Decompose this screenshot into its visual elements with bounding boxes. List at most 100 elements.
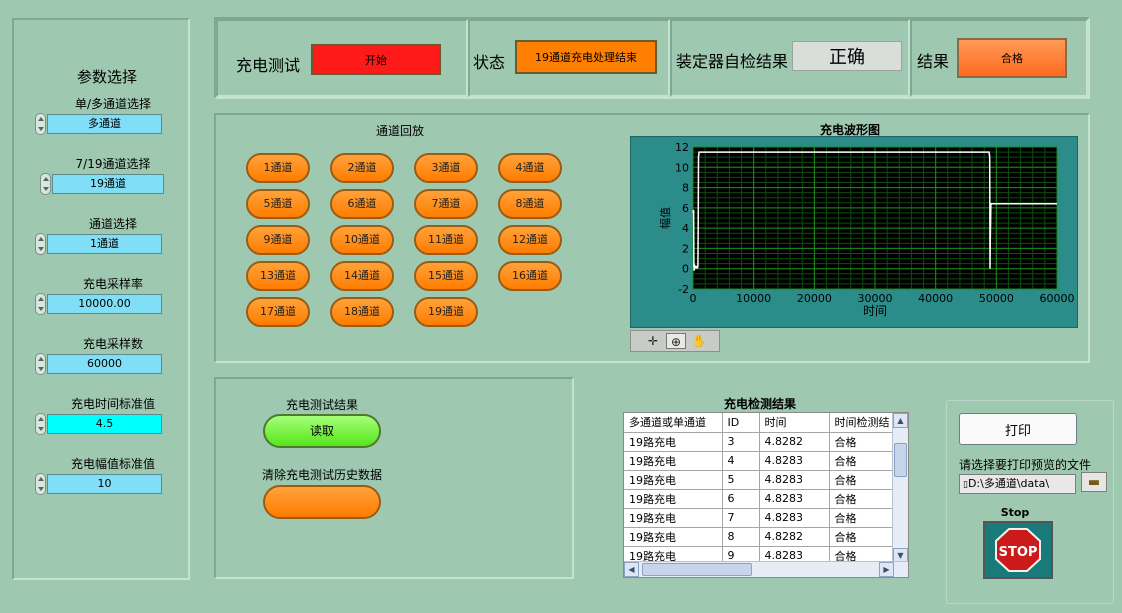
table-row[interactable]: 19路充电 8 4.8282 合格 (624, 527, 896, 547)
channel-button[interactable]: 19通道 (414, 297, 478, 327)
crosshair-icon[interactable]: ✛ (643, 333, 663, 349)
channel-button[interactable]: 7通道 (414, 189, 478, 219)
param-numeric-control[interactable]: 10 (35, 473, 165, 495)
param-value-field[interactable]: 10000.00 (47, 294, 162, 314)
table-cell: 19路充电 (624, 489, 723, 509)
pan-hand-icon[interactable]: ✋ (689, 333, 709, 349)
waveform-svg: 0 10000 20000 30000 40000 50000 60000-20246810… (659, 141, 1075, 318)
vertical-scroll-thumb[interactable] (894, 443, 907, 477)
param-value-field[interactable]: 多通道 (47, 114, 162, 134)
clear-history-button[interactable] (263, 485, 381, 519)
y-tick-label: 10 (675, 161, 689, 174)
table-cell: 4.8282 (759, 432, 830, 452)
channel-button[interactable]: 13通道 (246, 261, 310, 291)
table-cell: 4 (722, 451, 760, 471)
param-numeric-control[interactable]: 10000.00 (35, 293, 165, 315)
stop-label: STOP (999, 545, 1038, 560)
table-cell: 8 (722, 527, 760, 547)
table-horizontal-scrollbar[interactable]: ◀ ▶ (624, 561, 908, 577)
y-tick-label: 12 (675, 141, 689, 154)
col-header: 多通道或单通道 (624, 413, 723, 433)
table-row[interactable]: 19路充电 4 4.8283 合格 (624, 451, 896, 471)
channel-button[interactable]: 16通道 (498, 261, 562, 291)
scroll-left-icon[interactable]: ◀ (624, 562, 639, 577)
spinner-arrows-icon[interactable] (35, 473, 46, 495)
param-numeric-control[interactable]: 多通道 (35, 113, 165, 135)
param-numeric-control[interactable]: 4.5 (35, 413, 165, 435)
graph-toolbar: ✛ ⊕ ✋ (630, 330, 720, 352)
waveform-chart: 0 10000 20000 30000 40000 50000 60000 -2 0 2 4 6 8 10… (630, 136, 1078, 328)
table-cell: 6 (722, 489, 760, 509)
params-title: 参数选择 (76, 68, 137, 86)
stop-button[interactable]: STOP (983, 521, 1053, 579)
channel-button[interactable]: 3通道 (414, 153, 478, 183)
channel-button[interactable]: 14通道 (330, 261, 394, 291)
results-table[interactable]: 多通道或单通道 ID 时间 时间检测结 19路充电 3 4.8282 合格 19路充电 4… (623, 412, 909, 578)
param-value-field[interactable]: 10 (47, 474, 162, 494)
selfcheck-label: 装定器自检结果 (676, 52, 789, 71)
table-row[interactable]: 19路充电 5 4.8283 合格 (624, 470, 896, 490)
channel-button[interactable]: 9通道 (246, 225, 310, 255)
table-row[interactable]: 19路充电 6 4.8283 合格 (624, 489, 896, 509)
channel-button[interactable]: 17通道 (246, 297, 310, 327)
x-tick-label: 0 (690, 292, 697, 305)
table-title: 充电检测结果 (723, 397, 796, 411)
table-cell: 合格 (829, 527, 896, 547)
table-cell: 合格 (829, 508, 896, 528)
read-button[interactable]: 读取 (263, 414, 381, 448)
col-header: ID (722, 413, 760, 433)
channel-button[interactable]: 12通道 (498, 225, 562, 255)
channels-title: 通道回放 (375, 124, 424, 138)
browse-button[interactable]: ▬ (1081, 472, 1107, 492)
param-numeric-control[interactable]: 60000 (35, 353, 165, 375)
param-numeric-control[interactable]: 19通道 (40, 173, 170, 195)
x-tick-label: 60000 (1040, 292, 1075, 305)
channel-button[interactable]: 1通道 (246, 153, 310, 183)
param-label: 单/多通道选择 (74, 97, 152, 111)
spinner-arrows-icon[interactable] (35, 293, 46, 315)
stop-sign-icon: STOP (995, 528, 1041, 572)
col-header: 时间 (759, 413, 830, 433)
y-tick-label: 8 (682, 182, 689, 195)
param-label: 充电幅值标准值 (70, 457, 155, 471)
table-row[interactable]: 19路充电 7 4.8283 合格 (624, 508, 896, 528)
table-row[interactable]: 19路充电 3 4.8282 合格 (624, 432, 896, 452)
x-axis-label: 时间 (863, 304, 887, 318)
channel-button[interactable]: 15通道 (414, 261, 478, 291)
table-cell: 4.8283 (759, 489, 830, 509)
channel-button[interactable]: 5通道 (246, 189, 310, 219)
table-header-row: 多通道或单通道 ID 时间 时间检测结 (624, 413, 896, 433)
scroll-up-icon[interactable]: ▲ (893, 413, 908, 428)
table-cell: 5 (722, 470, 760, 490)
param-value-field[interactable]: 19通道 (52, 174, 164, 194)
param-value-field[interactable]: 1通道 (47, 234, 162, 254)
y-tick-label: 6 (682, 202, 689, 215)
spinner-arrows-icon[interactable] (35, 353, 46, 375)
horizontal-scroll-thumb[interactable] (642, 563, 752, 576)
print-button[interactable]: 打印 (959, 413, 1077, 445)
spinner-arrows-icon[interactable] (35, 413, 46, 435)
param-value-field[interactable]: 60000 (47, 354, 162, 374)
spinner-arrows-icon[interactable] (35, 113, 46, 135)
scroll-right-icon[interactable]: ▶ (879, 562, 894, 577)
channel-button[interactable]: 18通道 (330, 297, 394, 327)
channel-button[interactable]: 8通道 (498, 189, 562, 219)
x-tick-label: 40000 (918, 292, 953, 305)
x-tick-label: 50000 (979, 292, 1014, 305)
channel-button[interactable]: 11通道 (414, 225, 478, 255)
spinner-arrows-icon[interactable] (40, 173, 51, 195)
y-tick-label: 4 (682, 222, 689, 235)
param-numeric-control[interactable]: 1通道 (35, 233, 165, 255)
channel-button[interactable]: 2通道 (330, 153, 394, 183)
file-path-input[interactable]: ▯D:\多通道\data\ (959, 474, 1076, 494)
channel-button[interactable]: 4通道 (498, 153, 562, 183)
spinner-arrows-icon[interactable] (35, 233, 46, 255)
table-vertical-scrollbar[interactable]: ▲ ▼ (892, 413, 908, 563)
result-indicator: 合格 (957, 38, 1067, 78)
param-value-field[interactable]: 4.5 (47, 414, 162, 434)
zoom-icon[interactable]: ⊕ (666, 333, 686, 349)
channel-button[interactable]: 6通道 (330, 189, 394, 219)
folder-icon: ▬ (1087, 475, 1101, 490)
start-button[interactable]: 开始 (311, 44, 441, 75)
channel-button[interactable]: 10通道 (330, 225, 394, 255)
